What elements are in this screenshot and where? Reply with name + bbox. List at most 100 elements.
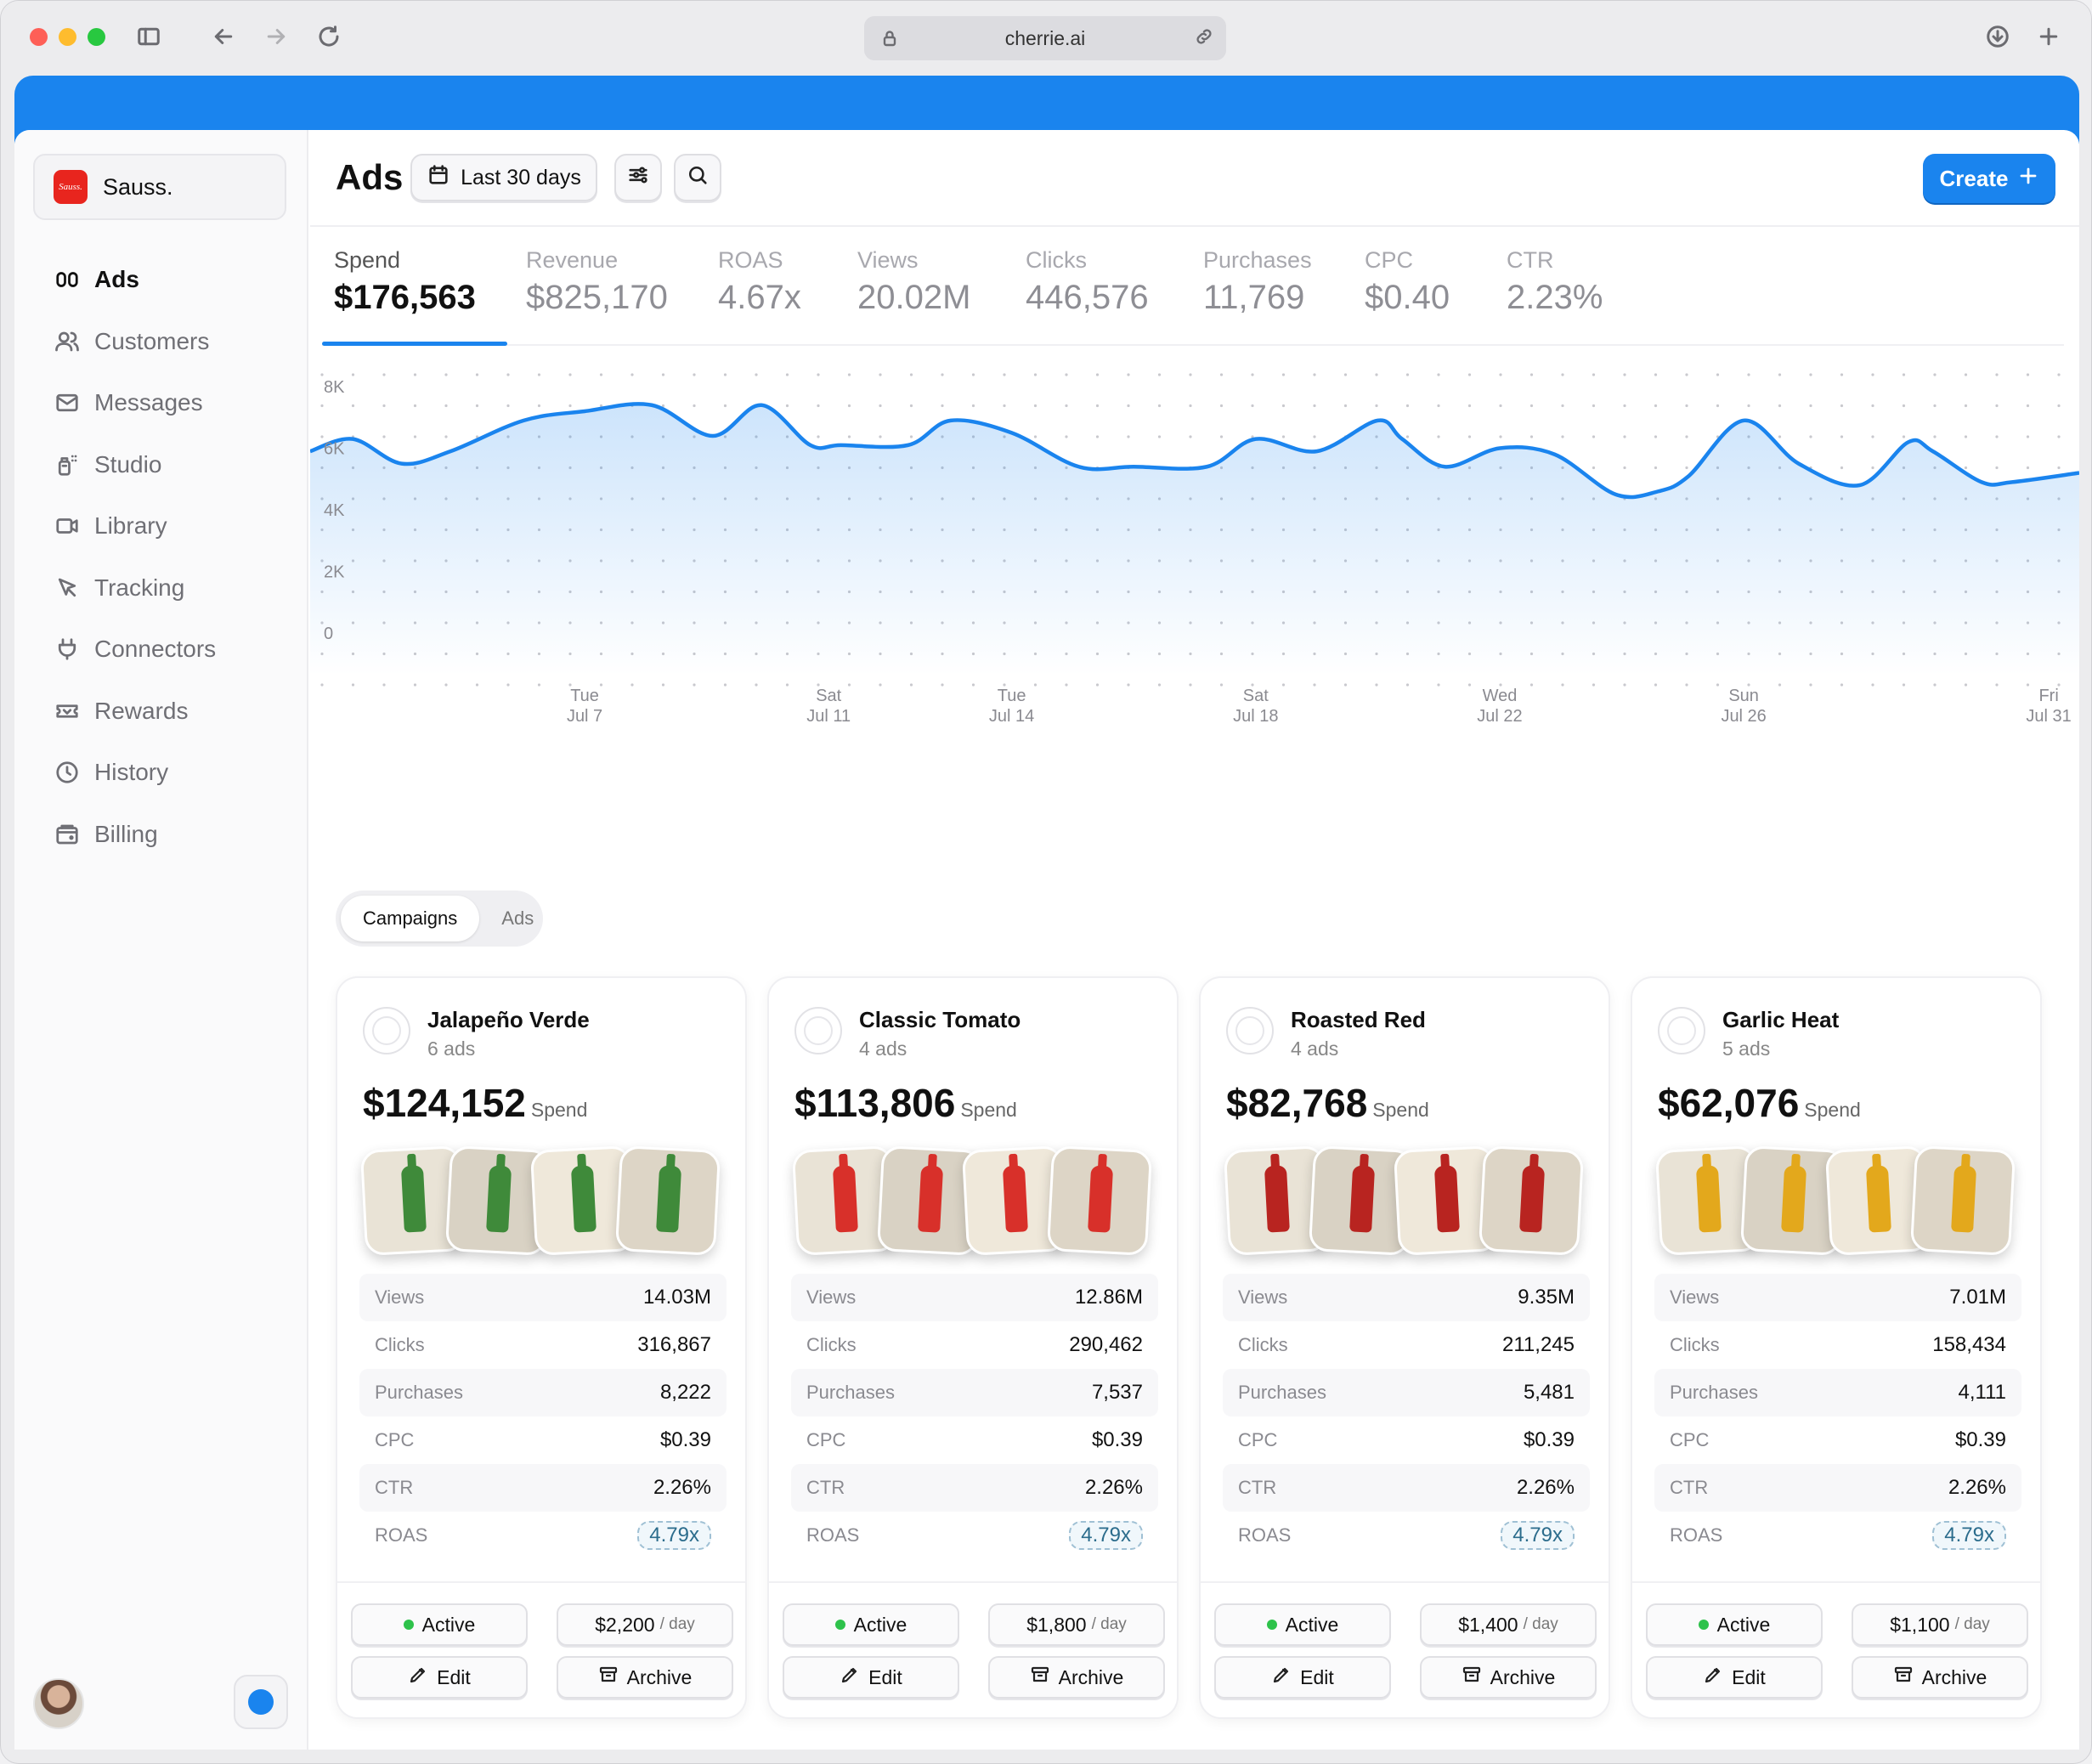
edit-label: Edit (437, 1665, 471, 1688)
select-checkbox[interactable] (794, 1007, 842, 1054)
filter-button[interactable] (614, 154, 662, 201)
forward-arrow-icon[interactable] (261, 21, 291, 52)
metric-tab-views[interactable]: Views 20.02M (857, 247, 970, 317)
sauce-bottle-image (1002, 1165, 1028, 1233)
browser-toolbar: cherrie.ai (1, 1, 2091, 76)
stat-row: CPC $0.39 (1223, 1416, 1590, 1464)
tab-campaigns[interactable]: Campaigns (341, 896, 480, 941)
metric-value: 20.02M (857, 279, 971, 316)
edit-button[interactable]: Edit (783, 1656, 959, 1699)
archive-label: Archive (1921, 1665, 1987, 1688)
clock-icon (52, 757, 82, 788)
ticket-icon (52, 696, 82, 727)
sidebar-item-ads[interactable]: Ads (33, 249, 288, 311)
campaign-card[interactable]: Roasted Red 4 ads $82,768 Spend Views 9.… (1199, 976, 1610, 1719)
sidebar-item-tracking[interactable]: Tracking (33, 557, 288, 619)
sidebar-item-library[interactable]: Library (33, 495, 288, 557)
metric-tab-spend[interactable]: Spend $176,563 (334, 247, 476, 317)
stat-value: 2.26% (1948, 1476, 2006, 1499)
budget-button[interactable]: $1,100 / day (1852, 1603, 2028, 1646)
ad-thumbnail[interactable] (614, 1145, 721, 1257)
spend-label: Spend (1372, 1099, 1429, 1121)
metric-tab-clicks[interactable]: Clicks 446,576 (1026, 247, 1149, 317)
sidebar-item-connectors[interactable]: Connectors (33, 619, 288, 681)
close-window-button[interactable] (30, 28, 48, 46)
address-bar[interactable]: cherrie.ai (864, 16, 1226, 60)
metric-tab-purchases[interactable]: Purchases 11,769 (1203, 247, 1312, 317)
metric-label: Views (857, 247, 919, 273)
sidebar-item-studio[interactable]: Studio (33, 434, 288, 496)
stat-label: CPC (1238, 1429, 1278, 1450)
stat-row: Views 7.01M (1654, 1274, 2021, 1321)
status-button[interactable]: Active (1646, 1603, 1823, 1646)
download-icon[interactable] (1982, 21, 2013, 52)
sauce-bottle-image (918, 1165, 944, 1233)
reload-icon[interactable] (314, 21, 344, 52)
x-tick-date: Jul 31 (2026, 707, 2071, 726)
ad-thumbnail[interactable] (1046, 1145, 1153, 1257)
ad-thumbnail[interactable] (1909, 1145, 2016, 1257)
search-button[interactable] (674, 154, 721, 201)
spend-area (310, 404, 2079, 676)
minimize-window-button[interactable] (59, 28, 76, 46)
archive-button[interactable]: Archive (1420, 1656, 1597, 1699)
link-icon[interactable] (1194, 26, 1214, 52)
chart-svg: 0 2K 4K 6K 8K Tue Jul 7 Sat Jul 11 Tue Jul 14 Sat Ju… (310, 373, 2079, 726)
back-arrow-icon[interactable] (208, 21, 239, 52)
studio-icon (52, 449, 82, 480)
sidebar-item-label: Studio (94, 450, 162, 478)
ad-thumbnails (359, 1145, 723, 1258)
select-checkbox[interactable] (363, 1007, 410, 1054)
tab-ads[interactable]: Ads (479, 896, 556, 941)
wallet-icon (52, 819, 82, 850)
create-button[interactable]: Create (1923, 154, 2055, 203)
maximize-window-button[interactable] (88, 28, 105, 46)
status-button[interactable]: Active (351, 1603, 528, 1646)
sidebar-item-customers[interactable]: Customers (33, 311, 288, 373)
new-tab-icon[interactable] (2033, 21, 2064, 52)
sidebar-item-rewards[interactable]: Rewards (33, 681, 288, 743)
date-range-button[interactable]: Last 30 days (410, 154, 597, 201)
campaign-ad-count: 4 ads (859, 1037, 907, 1060)
cursor-icon (52, 573, 82, 603)
sidebar-item-messages[interactable]: Messages (33, 372, 288, 434)
metric-tab-cpc[interactable]: CPC $0.40 (1365, 247, 1450, 317)
ad-thumbnail[interactable] (1478, 1145, 1585, 1257)
stat-label: CPC (806, 1429, 846, 1450)
stat-row: ROAS 4.79x (359, 1512, 727, 1559)
edit-button[interactable]: Edit (1646, 1656, 1823, 1699)
status-button[interactable]: Active (1214, 1603, 1391, 1646)
edit-button[interactable]: Edit (351, 1656, 528, 1699)
sauce-bottle-image (1781, 1165, 1807, 1233)
budget-button[interactable]: $1,800 / day (988, 1603, 1165, 1646)
sidebar-nav: Ads Customers Messages Studio Library Tr… (33, 249, 288, 865)
metric-tab-revenue[interactable]: Revenue $825,170 (526, 247, 668, 317)
budget-button[interactable]: $1,400 / day (1420, 1603, 1597, 1646)
campaign-card[interactable]: Jalapeño Verde 6 ads $124,152 Spend View… (336, 976, 747, 1719)
assistant-button[interactable] (234, 1675, 288, 1729)
sidebar-item-history[interactable]: History (33, 742, 288, 804)
edit-button[interactable]: Edit (1214, 1656, 1391, 1699)
stat-value: 158,434 (1932, 1333, 2006, 1356)
budget-button[interactable]: $2,200 / day (557, 1603, 733, 1646)
stat-row: ROAS 4.79x (791, 1512, 1158, 1559)
metric-tab-roas[interactable]: ROAS 4.67x (718, 247, 801, 317)
select-checkbox[interactable] (1226, 1007, 1274, 1054)
sidebar-item-billing[interactable]: Billing (33, 804, 288, 866)
user-avatar[interactable] (33, 1678, 84, 1729)
budget-unit: / day (1091, 1615, 1127, 1633)
workspace-switcher[interactable]: Sauss. Sauss. (33, 154, 286, 220)
sidebar-toggle-icon[interactable] (133, 21, 164, 52)
pencil-icon (1271, 1665, 1292, 1690)
campaign-card[interactable]: Classic Tomato 4 ads $113,806 Spend View… (767, 976, 1179, 1719)
sauce-bottle-image (1951, 1165, 1977, 1233)
stat-row: CPC $0.39 (359, 1416, 727, 1464)
select-checkbox[interactable] (1658, 1007, 1705, 1054)
archive-button[interactable]: Archive (988, 1656, 1165, 1699)
campaign-card[interactable]: Garlic Heat 5 ads $62,076 Spend Views 7.… (1631, 976, 2042, 1719)
status-button[interactable]: Active (783, 1603, 959, 1646)
archive-button[interactable]: Archive (557, 1656, 733, 1699)
archive-button[interactable]: Archive (1852, 1656, 2028, 1699)
stat-value: 5,481 (1523, 1381, 1575, 1404)
metric-tab-ctr[interactable]: CTR 2.23% (1507, 247, 1603, 317)
